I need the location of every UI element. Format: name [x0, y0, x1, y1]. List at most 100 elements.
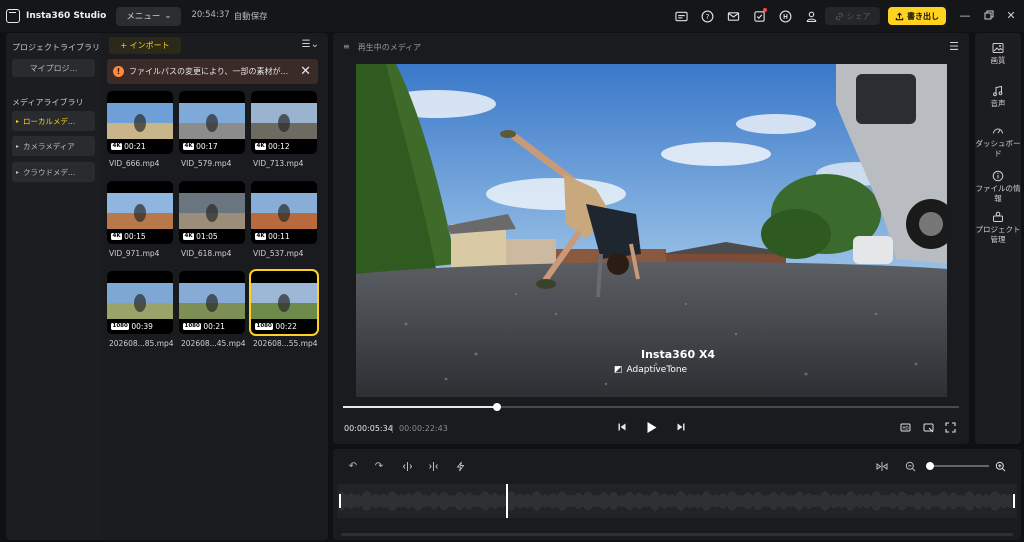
tool-audio[interactable]: 音声	[975, 85, 1021, 109]
speed-icon[interactable]	[453, 459, 467, 473]
split-view-icon[interactable]	[875, 459, 889, 473]
duration-text: 00:12	[268, 142, 290, 151]
mail-icon[interactable]	[724, 7, 742, 25]
sidebar-item-label: クラウドメデ...	[23, 167, 76, 177]
thumbnail-image	[251, 283, 317, 319]
thumbnail-image	[251, 103, 317, 139]
preview-menu-icon[interactable]: ☰	[949, 40, 959, 53]
resolution-badge: 4K	[255, 233, 267, 240]
resolution-badge: 4K	[255, 143, 267, 150]
tool-file-info[interactable]: ファイルの情報	[975, 170, 1021, 204]
zoom-out-icon[interactable]	[903, 459, 917, 473]
close-icon[interactable]: ✕	[1004, 8, 1018, 22]
play-icon[interactable]	[644, 420, 658, 434]
zoom-in-icon[interactable]	[993, 459, 1007, 473]
thumbnail-filename: VID_666.mp4	[109, 159, 160, 168]
thumbnail-duration: 1080 00:21	[183, 322, 225, 331]
timeline-playhead[interactable]	[506, 484, 508, 518]
tool-project-manage[interactable]: プロジェクト管理	[975, 211, 1021, 245]
timeline-scrollbar[interactable]	[341, 533, 1013, 536]
undo-icon[interactable]: ↶	[346, 459, 360, 473]
thumbnail-duration: 1080 00:39	[111, 322, 153, 331]
sidebar-item-camera-media[interactable]: ▸ カメラメディア	[12, 136, 95, 156]
scrubber-handle[interactable]	[493, 403, 501, 411]
tool-dashboard[interactable]: ダッシュボード	[975, 125, 1021, 159]
quality-icon[interactable]: HD	[898, 420, 912, 434]
playback-scrubber[interactable]	[343, 403, 959, 411]
duration-text: 01:05	[196, 232, 218, 241]
adaptive-tone-icon: ◩	[614, 365, 623, 375]
creator-icon[interactable]	[776, 7, 794, 25]
thumbnail-image	[107, 103, 173, 139]
current-time: 00:00:05:34	[344, 424, 393, 433]
watermark-sub: AdaptiveTone	[626, 365, 688, 375]
subtitle-icon[interactable]	[672, 7, 690, 25]
split-icon[interactable]	[426, 459, 440, 473]
media-thumbnail[interactable]: 1080 00:21	[179, 271, 245, 334]
duration-text: 00:39	[131, 322, 153, 331]
tool-label: ダッシュボード	[975, 139, 1021, 158]
preview-header: ≡ 再生中のメディア	[343, 42, 421, 53]
zoom-slider-handle[interactable]	[926, 462, 935, 470]
media-thumbnail[interactable]: 1080 00:39	[107, 271, 173, 334]
fullscreen-icon[interactable]	[943, 420, 957, 434]
restore-icon[interactable]	[982, 8, 996, 22]
warning-text: ファイルパスの変更により、一部の素材が...	[129, 67, 289, 76]
resolution-badge: 1080	[255, 323, 274, 330]
media-thumbnail[interactable]: 4K 00:11	[251, 181, 317, 244]
user-icon[interactable]	[802, 7, 820, 25]
clip-edge-handle[interactable]	[339, 494, 341, 508]
total-time: 00:00:22:43	[399, 424, 448, 433]
sidebar-item-label: ローカルメデ...	[23, 116, 76, 126]
tool-image-quality[interactable]: 画質	[975, 42, 1021, 66]
thumbnail-image	[179, 283, 245, 319]
svg-text:HD: HD	[902, 425, 908, 430]
share-button[interactable]: シェア	[825, 7, 880, 25]
autosave-status: 20:54:37 自動保存	[191, 10, 267, 22]
video-frame[interactable]: Insta360 X4 ◩ AdaptiveTone	[356, 64, 947, 397]
media-thumbnail[interactable]: 4K 01:05	[179, 181, 245, 244]
media-thumbnail[interactable]: 4K 00:15	[107, 181, 173, 244]
redo-icon[interactable]: ↷	[372, 459, 386, 473]
thumbnail-image	[251, 193, 317, 229]
thumbnail-image	[107, 283, 173, 319]
task-icon[interactable]	[750, 7, 768, 25]
sidebar-item-cloud-media[interactable]: ▸ クラウドメデ...	[12, 162, 95, 182]
my-projects-button[interactable]: マイプロジ...	[12, 59, 95, 77]
media-thumbnail[interactable]: 4K 00:17	[179, 91, 245, 154]
close-warning-icon[interactable]: ✕	[300, 64, 311, 79]
import-button[interactable]: + インポート	[109, 37, 181, 54]
image-icon	[992, 43, 1004, 53]
media-thumbnail[interactable]: 1080 00:22	[249, 269, 319, 336]
help-icon[interactable]: ?	[698, 7, 716, 25]
list-icon[interactable]: ≡	[343, 42, 350, 53]
tool-label: プロジェクト管理	[975, 225, 1021, 244]
sort-icon[interactable]: ☰⌄	[302, 39, 319, 50]
timeline-track[interactable]	[337, 484, 1017, 518]
media-thumbnail[interactable]: 4K 00:12	[251, 91, 317, 154]
sidebar-item-local-media[interactable]: ▸ ローカルメデ...	[12, 111, 95, 131]
notification-dot	[763, 8, 767, 12]
trim-start-icon[interactable]	[400, 459, 414, 473]
thumbnail-duration: 4K 01:05	[183, 232, 218, 241]
resolution-badge: 4K	[111, 233, 123, 240]
snapshot-icon[interactable]	[921, 420, 935, 434]
tool-panel: 画質 音声 ダッシュボード ファイルの情報 プロジェクト管理	[975, 33, 1021, 444]
menu-button[interactable]: メニュー ⌄	[116, 6, 182, 26]
duration-text: 00:21	[203, 322, 225, 331]
skip-forward-icon[interactable]	[674, 420, 688, 434]
thumbnail-duration: 4K 00:11	[255, 232, 290, 241]
timeline-zoom-slider[interactable]	[926, 462, 989, 470]
waveform	[339, 484, 1015, 518]
resolution-badge: 4K	[111, 143, 123, 150]
app-name: Insta360 Studio	[26, 11, 107, 21]
skip-back-icon[interactable]	[615, 420, 629, 434]
export-button[interactable]: 書き出し	[888, 7, 946, 25]
resolution-badge: 1080	[183, 323, 202, 330]
tool-label: 音声	[990, 99, 1006, 108]
minimize-icon[interactable]: —	[958, 8, 972, 22]
preview-panel: ≡ 再生中のメディア ☰ Insta360 X4 ◩ AdaptiveTone …	[333, 33, 969, 444]
clip-edge-handle[interactable]	[1013, 494, 1015, 508]
watermark-adaptive: ◩ AdaptiveTone	[614, 365, 687, 375]
media-thumbnail[interactable]: 4K 00:21	[107, 91, 173, 154]
